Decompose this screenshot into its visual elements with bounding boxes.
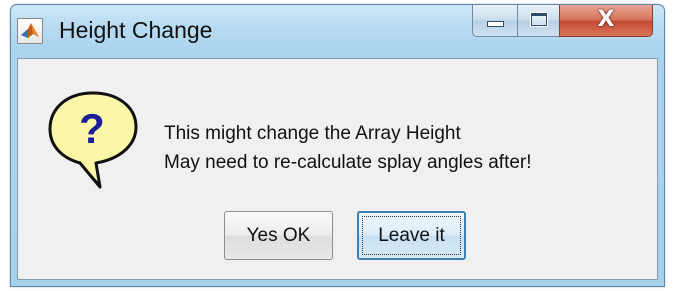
close-icon: X [597, 7, 615, 32]
leave-it-button[interactable]: Leave it [357, 211, 466, 260]
maximize-icon [530, 12, 548, 27]
maximize-button[interactable] [517, 5, 560, 37]
dialog-content: ? This might change the Array Height May… [17, 58, 658, 280]
caption-buttons: X [472, 5, 658, 39]
yes-ok-button[interactable]: Yes OK [224, 211, 333, 260]
question-mark-glyph: ? [79, 105, 105, 152]
minimize-button[interactable] [472, 5, 518, 37]
question-icon: ? [48, 91, 138, 189]
dialog-window: Height Change X ? This might change the … [10, 4, 665, 287]
matlab-icon[interactable] [17, 18, 43, 44]
yes-ok-label: Yes OK [246, 224, 311, 246]
message-text: This might change the Array Height May n… [164, 119, 532, 177]
window-title: Height Change [59, 17, 213, 43]
minimize-icon [487, 21, 504, 27]
close-button[interactable]: X [559, 5, 653, 37]
message-line-2: May need to re-calculate splay angles af… [164, 152, 532, 173]
title-bar[interactable]: Height Change X [11, 5, 664, 51]
leave-it-label: Leave it [378, 224, 445, 246]
message-line-1: This might change the Array Height [164, 123, 461, 144]
